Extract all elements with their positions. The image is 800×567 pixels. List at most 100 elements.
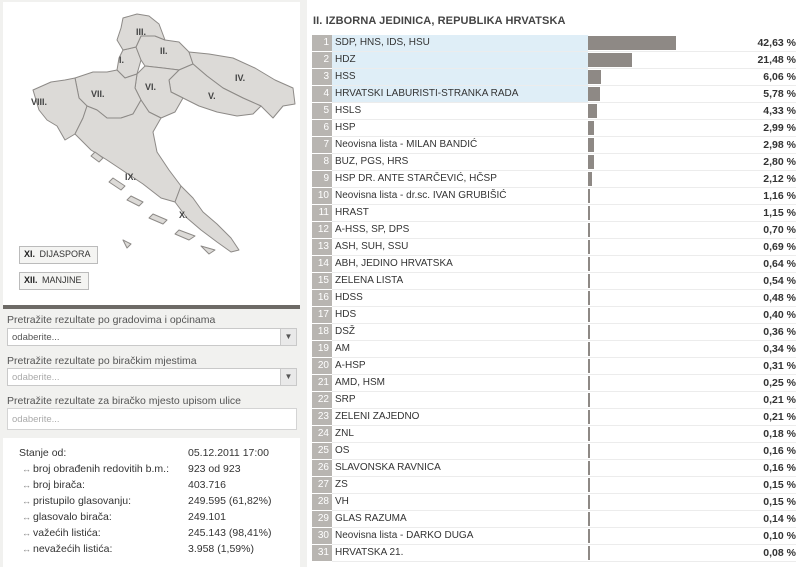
result-row[interactable]: 25 OS 0,16 % <box>312 443 800 459</box>
result-bar <box>588 376 590 390</box>
results-title: II. IZBORNA JEDINICA, REPUBLIKA HRVATSKA <box>313 15 566 27</box>
region-label: V. <box>208 91 216 101</box>
party-name[interactable]: HRAST <box>332 205 588 221</box>
arrow-icon: ↔ <box>22 480 31 490</box>
result-row[interactable]: 31 HRVATSKA 21. 0,08 % <box>312 545 800 561</box>
stat-value: 249.595 (61,82%) <box>188 495 272 507</box>
search-panel: Pretražite rezultate po gradovima i opći… <box>3 309 300 434</box>
party-name[interactable]: ASH, SUH, SSU <box>332 239 588 255</box>
party-name[interactable]: ZELENI ZAJEDNO <box>332 409 588 425</box>
party-name[interactable]: HDZ <box>332 52 588 68</box>
row-number: 18 <box>312 324 332 340</box>
result-row[interactable]: 5 HSLS 4,33 % <box>312 103 800 119</box>
result-row[interactable]: 3 HSS 6,06 % <box>312 69 800 85</box>
statistics-panel: Stanje od: 05.12.2011 17:00 ↔ broj obrađe… <box>3 438 300 567</box>
result-bar <box>588 342 590 356</box>
party-name[interactable]: VH <box>332 494 588 510</box>
city-select[interactable]: odaberite... ▼ <box>7 328 297 346</box>
result-row[interactable]: 21 AMD, HSM 0,25 % <box>312 375 800 391</box>
party-name[interactable]: OS <box>332 443 588 459</box>
party-name[interactable]: HSS <box>332 69 588 85</box>
result-row[interactable]: 16 HDSS 0,48 % <box>312 290 800 306</box>
party-name[interactable]: Neovisna lista - DARKO DUGA <box>332 528 588 544</box>
row-number: 23 <box>312 409 332 425</box>
party-name[interactable]: HRVATSKI LABURISTI-STRANKA RADA <box>332 86 588 102</box>
party-name[interactable]: HSP DR. ANTE STARČEVIĆ, HČSP <box>332 171 588 187</box>
result-bar <box>588 223 590 237</box>
diaspora-button[interactable]: XI. DIJASPORA <box>19 246 98 264</box>
party-name[interactable]: AM <box>332 341 588 357</box>
result-row[interactable]: 15 ZELENA LISTA 0,54 % <box>312 273 800 289</box>
result-bar <box>588 87 600 101</box>
result-row[interactable]: 24 ZNL 0,18 % <box>312 426 800 442</box>
stat-row: ↔ glasovalo birača: 249.101 <box>3 511 300 527</box>
party-name[interactable]: AMD, HSM <box>332 375 588 391</box>
result-row[interactable]: 22 SRP 0,21 % <box>312 392 800 408</box>
result-percentage: 2,98 % <box>763 139 796 151</box>
party-name[interactable]: HSP <box>332 120 588 136</box>
electoral-map: I. II. III. IV. V. VI. VII. VIII. IX. X.… <box>3 2 300 305</box>
result-row[interactable]: 19 AM 0,34 % <box>312 341 800 357</box>
region-label: X. <box>179 210 188 220</box>
minorities-button[interactable]: XII. MANJINE <box>19 272 89 290</box>
stat-key: glasovalo birača: <box>33 511 112 523</box>
result-percentage: 0,70 % <box>763 224 796 236</box>
result-row[interactable]: 17 HDS 0,40 % <box>312 307 800 323</box>
result-row[interactable]: 14 ABH, JEDINO HRVATSKA 0,64 % <box>312 256 800 272</box>
party-name[interactable]: SDP, HNS, IDS, HSU <box>332 35 588 51</box>
party-name[interactable]: A-HSS, SP, DPS <box>332 222 588 238</box>
party-name[interactable]: SRP <box>332 392 588 408</box>
result-row[interactable]: 10 Neovisna lista - dr.sc. IVAN GRUBIŠIĆ 1… <box>312 188 800 204</box>
stat-key: Stanje od: <box>19 447 67 459</box>
result-row[interactable]: 26 SLAVONSKA RAVNICA 0,16 % <box>312 460 800 476</box>
result-bar <box>588 240 590 254</box>
street-search-input[interactable]: odaberite... <box>7 408 297 430</box>
party-name[interactable]: HSLS <box>332 103 588 119</box>
party-name[interactable]: SLAVONSKA RAVNICA <box>332 460 588 476</box>
party-name[interactable]: ABH, JEDINO HRVATSKA <box>332 256 588 272</box>
party-name[interactable]: Neovisna lista - dr.sc. IVAN GRUBIŠIĆ <box>332 188 588 204</box>
party-name[interactable]: ZELENA LISTA <box>332 273 588 289</box>
result-row[interactable]: 12 A-HSS, SP, DPS 0,70 % <box>312 222 800 238</box>
region-label: VIII. <box>31 97 48 107</box>
chevron-down-icon[interactable]: ▼ <box>280 329 296 345</box>
result-row[interactable]: 18 DSŽ 0,36 % <box>312 324 800 340</box>
result-row[interactable]: 30 Neovisna lista - DARKO DUGA 0,10 % <box>312 528 800 544</box>
result-row[interactable]: 8 BUZ, PGS, HRS 2,80 % <box>312 154 800 170</box>
party-name[interactable]: Neovisna lista - MILAN BANDIĆ <box>332 137 588 153</box>
party-name[interactable]: HDSS <box>332 290 588 306</box>
result-row[interactable]: 27 ZS 0,15 % <box>312 477 800 493</box>
chevron-down-icon[interactable]: ▼ <box>280 369 296 385</box>
party-name[interactable]: BUZ, PGS, HRS <box>332 154 588 170</box>
result-row[interactable]: 28 VH 0,15 % <box>312 494 800 510</box>
result-row[interactable]: 6 HSP 2,99 % <box>312 120 800 136</box>
stat-key: nevažećih listića: <box>33 543 113 555</box>
result-row[interactable]: 20 A-HSP 0,31 % <box>312 358 800 374</box>
party-name[interactable]: A-HSP <box>332 358 588 374</box>
party-name[interactable]: HDS <box>332 307 588 323</box>
result-row[interactable]: 2 HDZ 21,48 % <box>312 52 800 68</box>
result-bar <box>588 172 593 186</box>
row-number: 15 <box>312 273 332 289</box>
party-name[interactable]: GLAS RAZUMA <box>332 511 588 527</box>
result-row[interactable]: 11 HRAST 1,15 % <box>312 205 800 221</box>
result-row[interactable]: 29 GLAS RAZUMA 0,14 % <box>312 511 800 527</box>
row-number: 10 <box>312 188 332 204</box>
result-row[interactable]: 9 HSP DR. ANTE STARČEVIĆ, HČSP 2,12 % <box>312 171 800 187</box>
row-number: 5 <box>312 103 332 119</box>
result-row[interactable]: 7 Neovisna lista - MILAN BANDIĆ 2,98 % <box>312 137 800 153</box>
station-select[interactable]: odaberite... ▼ <box>7 368 297 386</box>
party-name[interactable]: ZS <box>332 477 588 493</box>
result-row[interactable]: 23 ZELENI ZAJEDNO 0,21 % <box>312 409 800 425</box>
party-name[interactable]: DSŽ <box>332 324 588 340</box>
result-row[interactable]: 4 HRVATSKI LABURISTI-STRANKA RADA 5,78 % <box>312 86 800 102</box>
row-number: 31 <box>312 545 332 561</box>
party-name[interactable]: HRVATSKA 21. <box>332 545 588 561</box>
results-panel: II. IZBORNA JEDINICA, REPUBLIKA HRVATSKA… <box>307 0 800 567</box>
result-row[interactable]: 13 ASH, SUH, SSU 0,69 % <box>312 239 800 255</box>
result-bar <box>588 325 590 339</box>
result-row[interactable]: 1 SDP, HNS, IDS, HSU 42,63 % <box>312 35 800 51</box>
party-name[interactable]: ZNL <box>332 426 588 442</box>
row-number: 11 <box>312 205 332 221</box>
row-number: 30 <box>312 528 332 544</box>
